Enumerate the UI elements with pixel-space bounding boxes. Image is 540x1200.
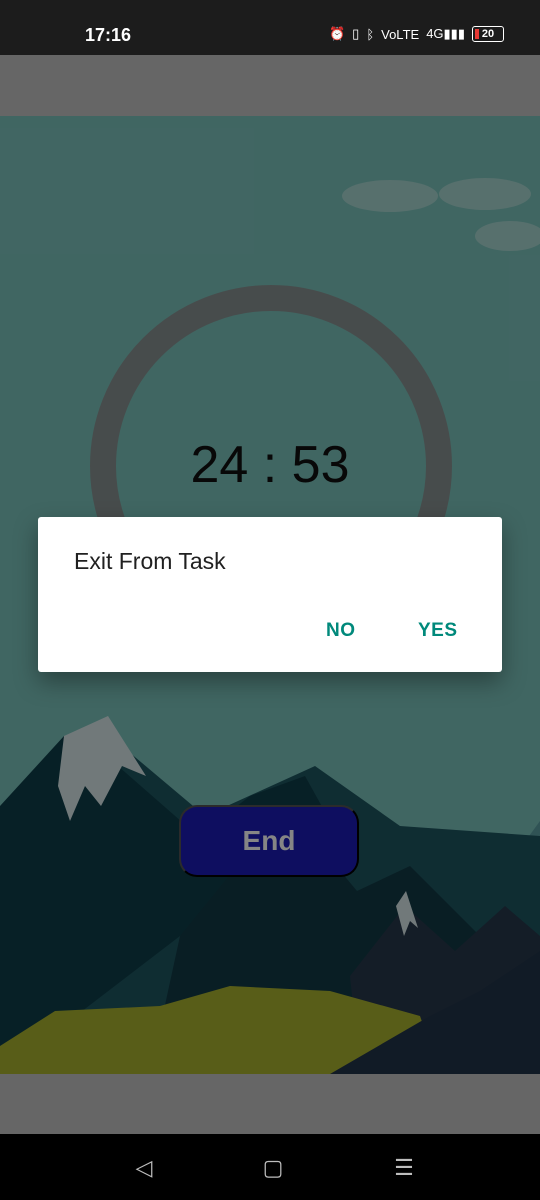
home-icon[interactable]: ▢ xyxy=(261,1156,285,1180)
volte-icon: VoLTE xyxy=(381,26,420,42)
yes-button[interactable]: YES xyxy=(418,620,458,642)
vibrate-icon: ▯ xyxy=(352,26,360,41)
alarm-icon: ⏰ xyxy=(328,26,346,41)
battery-icon: 20 xyxy=(472,26,504,42)
signal-4g-icon: 4G▮▮▮ xyxy=(426,26,465,41)
dialog-title: Exit From Task xyxy=(74,548,226,574)
system-navigation-bar: ◁ ▢ ☰ xyxy=(0,1134,540,1200)
status-bar: 17:16 ⏰ ▯ ᛒ VoLTE 4G▮▮▮ 20 xyxy=(0,0,540,55)
recents-icon[interactable]: ☰ xyxy=(392,1156,416,1180)
back-icon[interactable]: ◁ xyxy=(132,1156,156,1180)
status-time: 17:16 xyxy=(85,25,132,45)
no-button[interactable]: NO xyxy=(326,620,356,642)
bluetooth-icon: ᛒ xyxy=(366,26,375,42)
battery-level: 20 xyxy=(481,28,495,40)
exit-dialog: Exit From Task NO YES xyxy=(38,517,502,672)
status-icons: ⏰ ▯ ᛒ VoLTE 4G▮▮▮ 20 xyxy=(329,26,504,42)
